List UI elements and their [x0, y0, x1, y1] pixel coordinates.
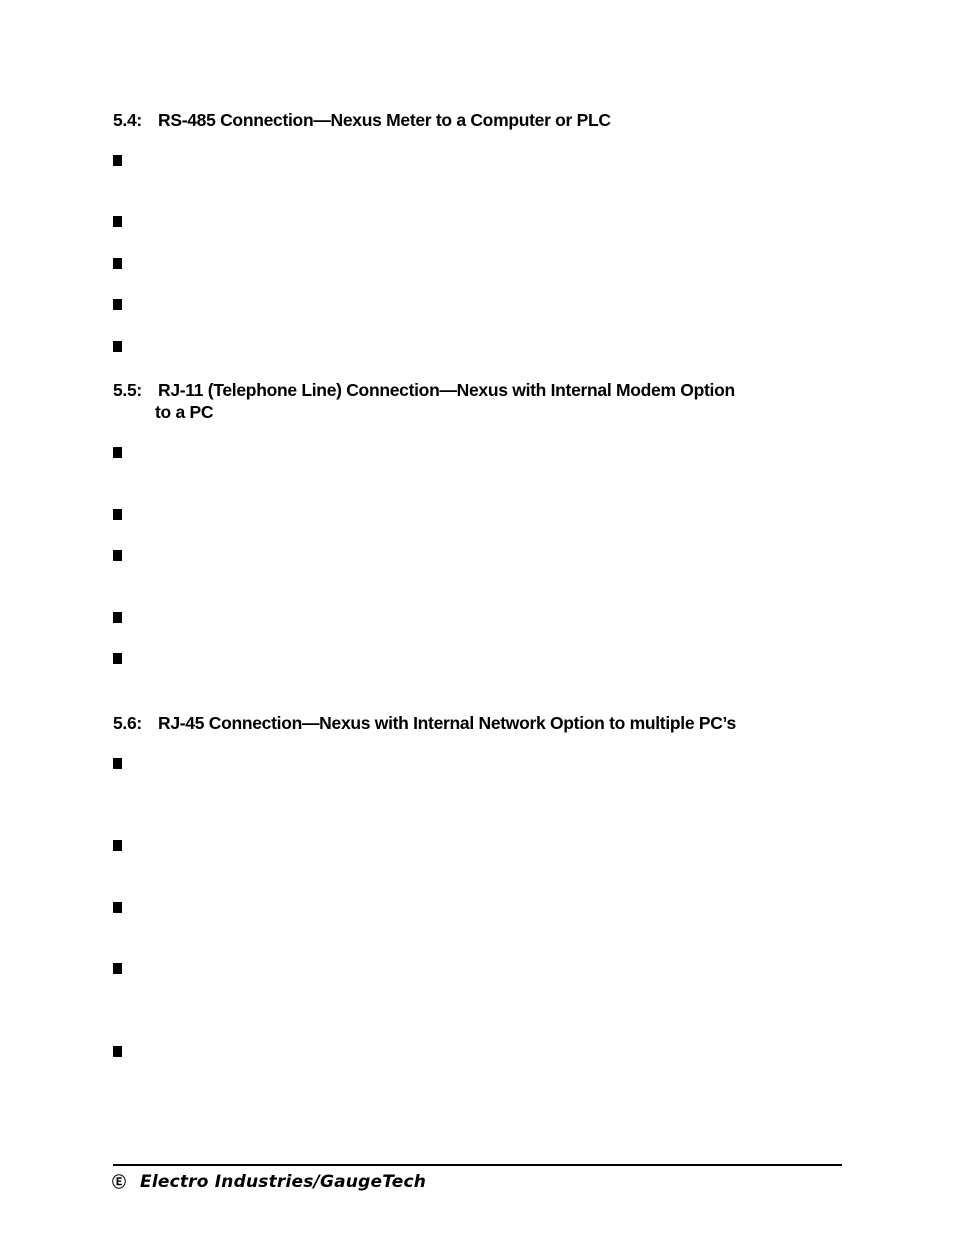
section-heading-5-4: 5.4: RS-485 Connection—Nexus Meter to a C…	[113, 109, 611, 131]
section-number: 5.6:	[113, 713, 142, 733]
bullet-icon	[113, 653, 122, 664]
section-heading-5-5: 5.5: RJ-11 (Telephone Line) Connection—Ne…	[113, 379, 735, 423]
bullet-icon	[113, 447, 122, 458]
bullet-icon	[113, 902, 122, 913]
bullet-icon	[113, 509, 122, 520]
bullet-icon	[113, 612, 122, 623]
bullet-icon	[113, 550, 122, 561]
bullet-icon	[113, 299, 122, 310]
bullet-icon	[113, 840, 122, 851]
section-title: RJ-11 (Telephone Line) Connection—Nexus …	[158, 380, 735, 400]
footer-company-name: Electro Industries/GaugeTech	[140, 1172, 427, 1192]
section-title: RJ-45 Connection—Nexus with Internal Net…	[158, 713, 736, 733]
company-logo-icon: Ⓔ	[112, 1175, 126, 1191]
bullet-icon	[113, 963, 122, 974]
section-number: 5.5:	[113, 380, 142, 400]
section-number: 5.4:	[113, 110, 142, 130]
section-title-continuation: to a PC	[155, 402, 214, 422]
bullet-icon	[113, 155, 122, 166]
section-title: RS-485 Connection—Nexus Meter to a Compu…	[158, 110, 611, 130]
bullet-icon	[113, 216, 122, 227]
bullet-icon	[113, 258, 122, 269]
bullet-icon	[113, 1046, 122, 1057]
bullet-icon	[113, 341, 122, 352]
bullet-icon	[113, 758, 122, 769]
footer-divider	[113, 1164, 842, 1166]
section-heading-5-6: 5.6: RJ-45 Connection—Nexus with Internal…	[113, 712, 736, 734]
